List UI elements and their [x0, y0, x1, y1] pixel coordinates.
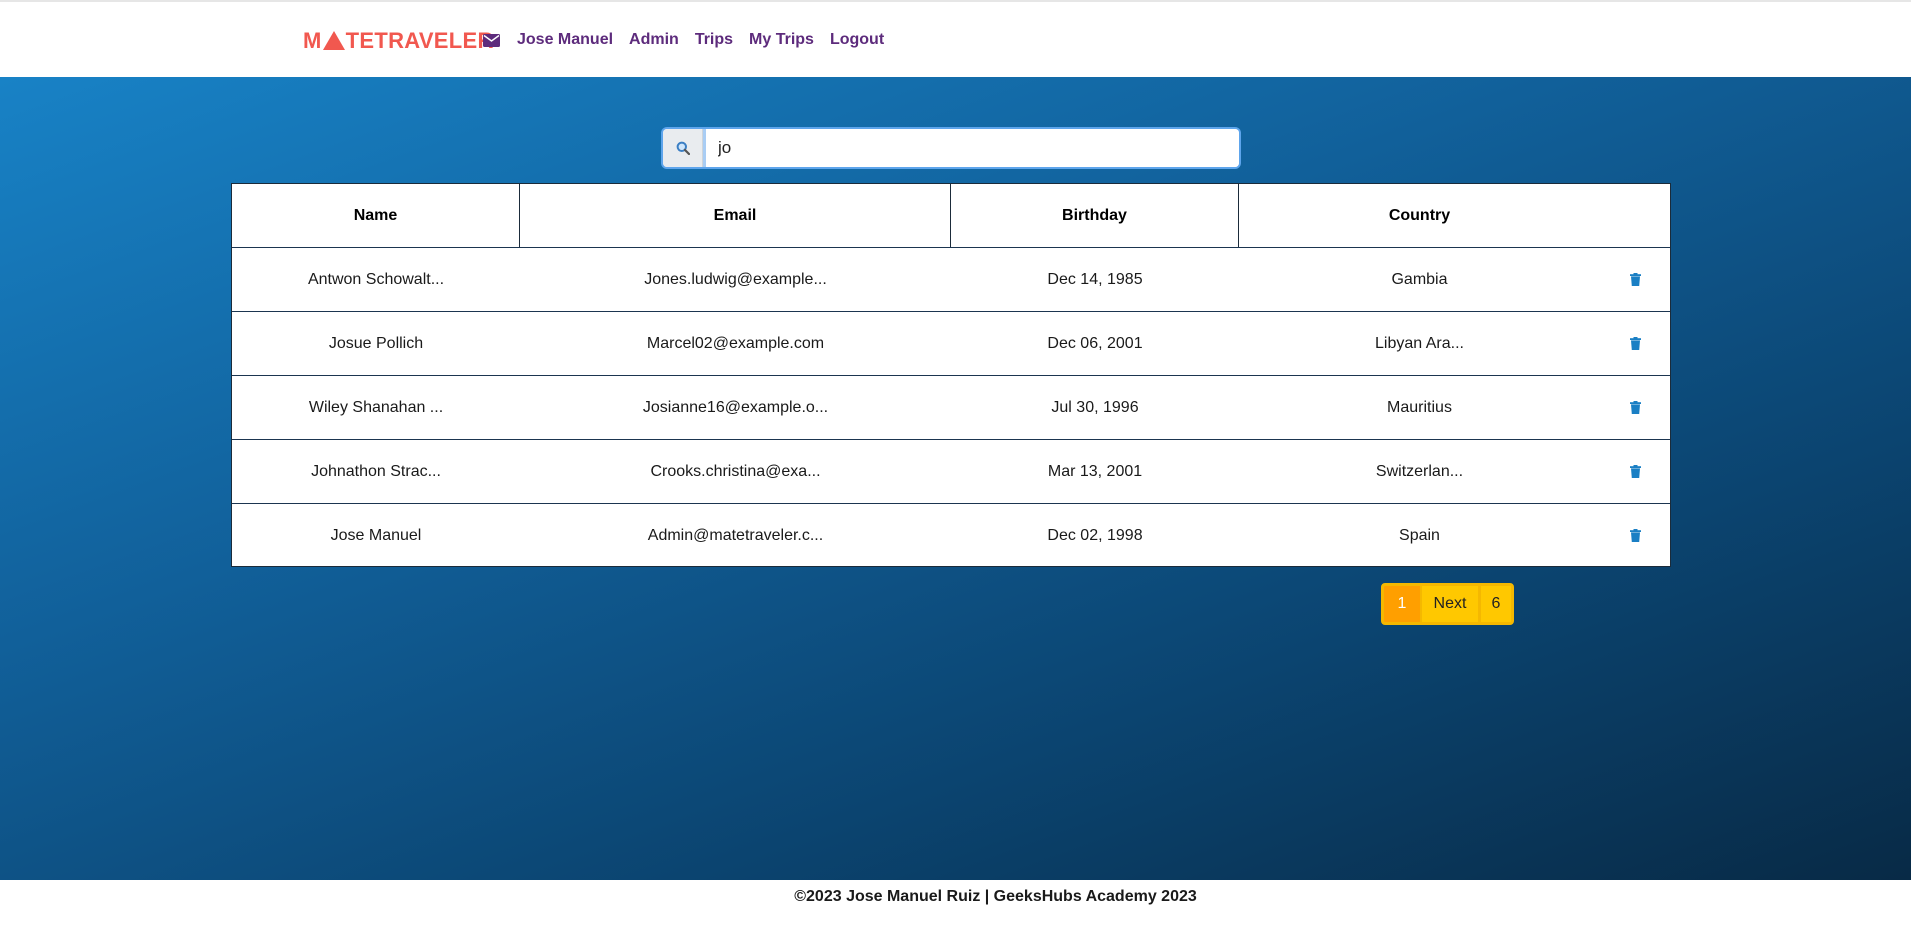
cell-email: Admin@matetraveler.c... [647, 526, 824, 544]
cell-name: Josue Pollich [328, 334, 424, 352]
search-icon [663, 129, 703, 167]
delete-button[interactable] [1600, 504, 1670, 567]
cell-name: Antwon Schowalt... [307, 270, 445, 288]
cell-email: Crooks.christina@exa... [650, 462, 821, 480]
envelope-icon[interactable] [483, 33, 500, 47]
nav-profile-link[interactable]: Jose Manuel [517, 31, 613, 49]
brand-text-left: M [303, 28, 322, 53]
table-row: Jose Manuel Admin@matetraveler.c... Dec … [232, 504, 1670, 568]
column-header-name: Name [232, 184, 520, 247]
last-page-button[interactable]: 6 [1478, 586, 1511, 622]
users-table: Name Email Birthday Country Antwon Schow… [231, 183, 1671, 567]
column-header-country: Country [1388, 206, 1451, 224]
delete-button[interactable] [1600, 312, 1670, 375]
nav-admin-link[interactable]: Admin [629, 31, 679, 49]
nav-logout-link[interactable]: Logout [830, 31, 884, 49]
trash-icon [1629, 529, 1641, 542]
cell-birthday: Dec 02, 1998 [1047, 526, 1143, 544]
footer-text: ©2023 Jose Manuel Ruiz | GeeksHubs Acade… [794, 888, 1197, 905]
brand-logo[interactable]: M TETRAVELER [303, 28, 494, 54]
cell-name: Johnathon Strac... [311, 462, 441, 480]
cell-birthday: Jul 30, 1996 [1051, 398, 1139, 416]
page-1-button[interactable]: 1 [1384, 586, 1420, 622]
search-input[interactable] [703, 129, 1239, 167]
search-bar [663, 129, 1239, 167]
delete-button[interactable] [1600, 248, 1670, 311]
trash-icon [1629, 465, 1641, 478]
cell-birthday: Dec 14, 1985 [1047, 270, 1143, 288]
column-header-email: Email [520, 184, 951, 247]
cell-country: Spain [1399, 526, 1440, 544]
nav-links: Jose Manuel Admin Trips My Trips Logout [483, 31, 900, 49]
table-header-row: Name Email Birthday Country [232, 184, 1670, 248]
cell-name: Jose Manuel [330, 526, 422, 544]
nav-trips-link[interactable]: Trips [695, 31, 733, 49]
table-row: Josue Pollich Marcel02@example.com Dec 0… [232, 312, 1670, 376]
triangle-logo-icon [322, 30, 345, 50]
trash-icon [1629, 273, 1641, 286]
cell-name: Wiley Shanahan ... [308, 398, 444, 416]
table-row: Johnathon Strac... Crooks.christina@exa.… [232, 440, 1670, 504]
cell-birthday: Mar 13, 2001 [1047, 462, 1143, 480]
cell-country: Libyan Ara... [1375, 334, 1464, 352]
next-page-button[interactable]: Next [1420, 586, 1478, 622]
cell-email: Josianne16@example.o... [642, 398, 829, 416]
delete-button[interactable] [1600, 440, 1670, 503]
top-navbar: M TETRAVELER Jose Manuel Admin Trips My T… [0, 0, 1911, 77]
cell-country: Gambia [1391, 270, 1448, 288]
cell-email: Jones.ludwig@example... [644, 270, 827, 288]
nav-my-trips-link[interactable]: My Trips [749, 31, 814, 49]
trash-icon [1629, 337, 1641, 350]
trash-icon [1629, 401, 1641, 414]
cell-country: Switzerlan... [1375, 462, 1464, 480]
table-row: Wiley Shanahan ... Josianne16@example.o.… [232, 376, 1670, 440]
brand-text-right: TETRAVELER [345, 28, 494, 53]
delete-button[interactable] [1600, 376, 1670, 439]
cell-email: Marcel02@example.com [646, 334, 825, 352]
table-row: Antwon Schowalt... Jones.ludwig@example.… [232, 248, 1670, 312]
footer: ©2023 Jose Manuel Ruiz | GeeksHubs Acade… [0, 880, 1911, 926]
cell-country: Mauritius [1387, 398, 1452, 416]
cell-birthday: Dec 06, 2001 [1047, 334, 1143, 352]
main-content: Name Email Birthday Country Antwon Schow… [0, 77, 1911, 880]
pagination: 1 Next 6 [1381, 583, 1514, 625]
column-header-birthday: Birthday [951, 184, 1239, 247]
